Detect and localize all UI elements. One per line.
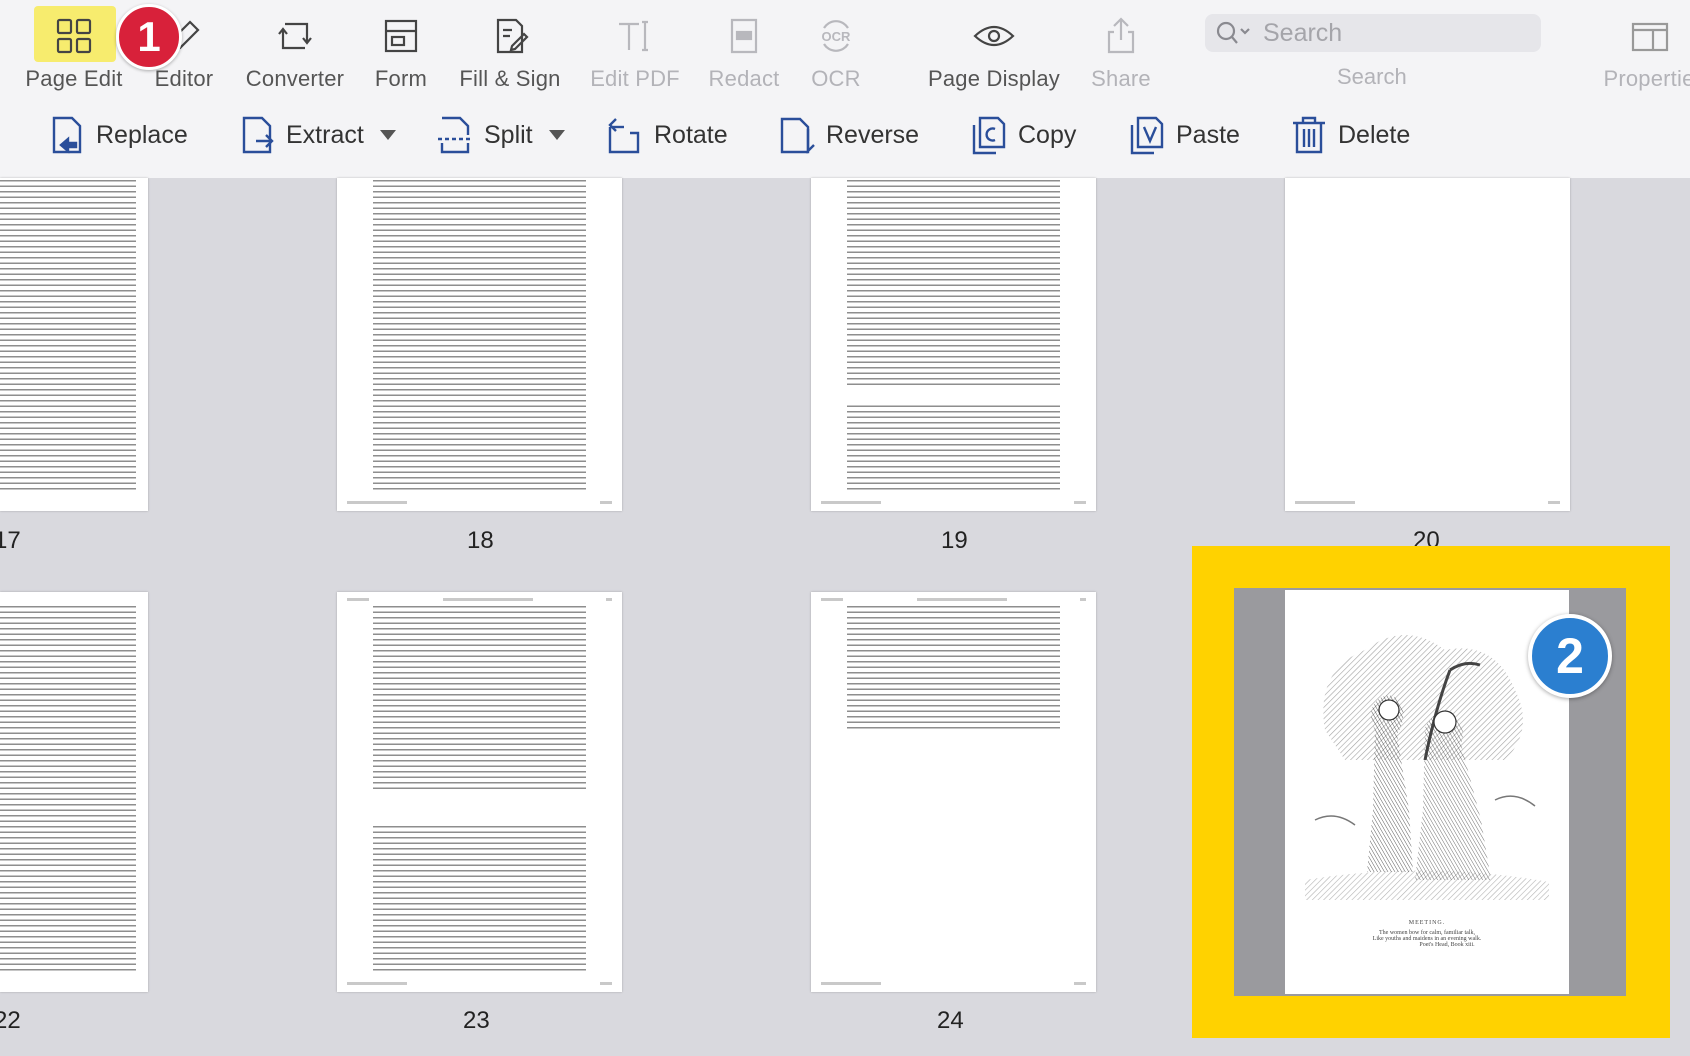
tool-form[interactable]: Form bbox=[366, 0, 436, 92]
split-button[interactable]: Split bbox=[436, 112, 565, 158]
tool-fill-sign-label: Fill & Sign bbox=[459, 66, 561, 91]
share-icon bbox=[1099, 14, 1143, 58]
caption-line-3: Poet's Head, Book xiii. bbox=[1419, 942, 1475, 948]
copy-label: Copy bbox=[1018, 120, 1077, 149]
page-footer bbox=[821, 501, 1086, 505]
step-1-badge: 1 bbox=[116, 4, 182, 70]
trash-icon bbox=[1293, 116, 1325, 154]
tool-redact[interactable]: Redact bbox=[702, 0, 786, 92]
extract-dropdown-icon[interactable] bbox=[379, 130, 396, 140]
tool-form-label: Form bbox=[374, 66, 428, 91]
copy-icon bbox=[972, 116, 1006, 155]
copy-button[interactable]: Copy bbox=[970, 112, 1076, 158]
split-icon bbox=[438, 116, 472, 154]
delete-label: Delete bbox=[1338, 120, 1411, 149]
tool-page-edit-label: Page Edit bbox=[25, 66, 123, 91]
page-number-24: 24 bbox=[937, 1007, 964, 1034]
paste-icon bbox=[1130, 116, 1164, 155]
page-footer bbox=[821, 982, 1086, 986]
ocr-icon-text: OCR bbox=[821, 29, 851, 44]
rotate-label: Rotate bbox=[654, 120, 728, 149]
tool-page-display[interactable]: Page Display bbox=[924, 0, 1064, 92]
tool-editor-label: Editor bbox=[154, 66, 214, 91]
search-label: Search bbox=[1337, 64, 1407, 89]
page-thumbnail-18[interactable] bbox=[337, 178, 622, 511]
reverse-icon bbox=[780, 117, 815, 154]
split-dropdown-icon[interactable] bbox=[548, 130, 565, 140]
tool-converter[interactable]: Converter bbox=[240, 0, 350, 92]
page-number-18: 18 bbox=[467, 527, 494, 554]
illustration-caption: MEETING. The women bow for calm, familia… bbox=[1285, 920, 1569, 948]
rotate-button[interactable]: Rotate bbox=[606, 112, 728, 158]
page-number-19: 19 bbox=[941, 527, 968, 554]
delete-button[interactable]: Delete bbox=[1290, 112, 1410, 158]
extract-label: Extract bbox=[286, 120, 364, 149]
eye-icon bbox=[972, 14, 1016, 58]
rotate-icon bbox=[608, 118, 640, 154]
tool-fill-sign[interactable]: Fill & Sign bbox=[450, 0, 570, 92]
tool-ocr-label: OCR bbox=[811, 66, 861, 91]
search-icon bbox=[1216, 21, 1250, 44]
replace-label: Replace bbox=[96, 120, 188, 149]
tool-edit-pdf-label: Edit PDF bbox=[590, 66, 680, 91]
sign-icon bbox=[488, 14, 532, 58]
tool-ocr[interactable]: OCR OCR bbox=[804, 0, 868, 92]
caption-title: MEETING. bbox=[1408, 920, 1446, 926]
paste-button[interactable]: Paste bbox=[1128, 112, 1240, 158]
step-2-badge: 2 bbox=[1528, 614, 1612, 698]
reverse-button[interactable]: Reverse bbox=[778, 112, 919, 158]
tool-edit-pdf[interactable]: Edit PDF bbox=[584, 0, 686, 92]
tool-redact-label: Redact bbox=[708, 66, 780, 91]
page-thumbnail-17[interactable] bbox=[0, 178, 148, 511]
page-footer bbox=[347, 501, 612, 505]
tool-page-edit[interactable]: Page Edit bbox=[20, 0, 128, 92]
page-thumbnail-24[interactable] bbox=[811, 592, 1096, 992]
ocr-icon: OCR bbox=[814, 14, 858, 58]
replace-button[interactable]: Replace bbox=[48, 112, 188, 158]
extract-icon bbox=[242, 116, 274, 154]
tool-share[interactable]: Share bbox=[1086, 0, 1156, 92]
page-number-23: 23 bbox=[463, 1007, 490, 1034]
page-number-17: 17 bbox=[0, 527, 21, 554]
page-thumbnail-22[interactable] bbox=[0, 592, 148, 992]
redact-icon bbox=[722, 14, 766, 58]
page-footer bbox=[347, 982, 612, 986]
tool-share-label: Share bbox=[1091, 66, 1151, 91]
illustration-image bbox=[1305, 635, 1549, 900]
replace-icon bbox=[52, 116, 82, 154]
convert-icon bbox=[273, 14, 317, 58]
tool-properties[interactable]: Propertie bbox=[1594, 0, 1690, 92]
page-thumbnail-23[interactable] bbox=[337, 592, 622, 992]
properties-panel-icon bbox=[1627, 14, 1671, 58]
reverse-label: Reverse bbox=[826, 120, 920, 149]
tool-page-display-label: Page Display bbox=[927, 66, 1061, 91]
tool-properties-label: Propertie bbox=[1603, 66, 1690, 91]
search-input[interactable] bbox=[1263, 18, 1533, 48]
paste-label: Paste bbox=[1176, 120, 1240, 149]
page-thumbnail-20[interactable] bbox=[1285, 178, 1570, 511]
page-number-22: 22 bbox=[0, 1007, 21, 1034]
split-label: Split bbox=[484, 120, 533, 149]
page-header bbox=[821, 598, 1086, 602]
extract-button[interactable]: Extract bbox=[238, 112, 396, 158]
page-thumbnail-19[interactable] bbox=[811, 178, 1096, 511]
search-box[interactable] bbox=[1205, 14, 1541, 52]
main-toolbar: Page Edit Editor 1 Converter Form Fill &… bbox=[0, 0, 1690, 92]
grid-icon bbox=[52, 14, 96, 58]
page-thumbnail-selected[interactable]: MEETING. The women bow for calm, familia… bbox=[1285, 590, 1569, 994]
page-footer bbox=[1295, 501, 1560, 505]
form-icon bbox=[379, 14, 423, 58]
page-header bbox=[347, 598, 612, 602]
text-cursor-icon bbox=[613, 14, 657, 58]
tool-converter-label: Converter bbox=[245, 66, 345, 91]
